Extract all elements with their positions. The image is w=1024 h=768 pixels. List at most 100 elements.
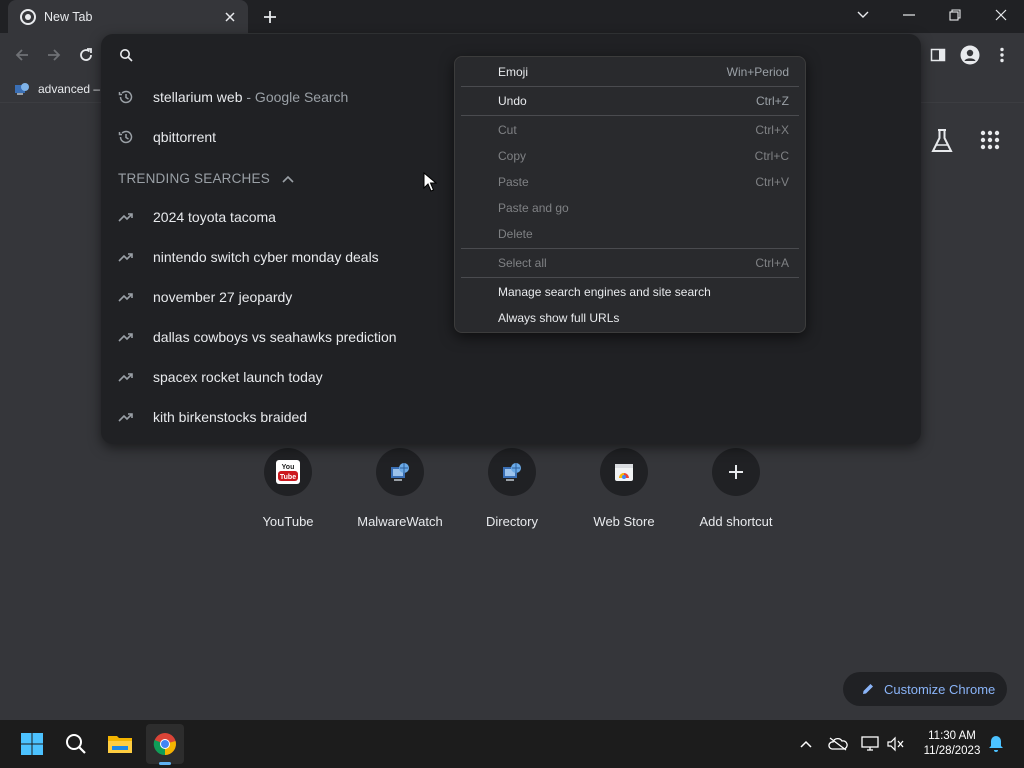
side-panel-icon[interactable] <box>926 43 950 67</box>
notification-bell-icon[interactable] <box>986 734 1006 754</box>
menu-item-label: Paste <box>498 175 529 189</box>
trending-icon <box>118 373 133 382</box>
back-icon[interactable] <box>10 43 34 67</box>
active-indicator <box>159 762 171 765</box>
suggestion-text: stellarium web <box>153 89 243 105</box>
shortcut-malwarewatch[interactable]: MalwareWatch <box>344 448 456 529</box>
bookmark-item[interactable]: advanced – <box>14 81 100 97</box>
menu-item-label: Delete <box>498 227 533 241</box>
system-clock[interactable]: 11:30 AM 11/28/2023 <box>912 729 992 759</box>
trending-icon <box>118 293 133 302</box>
menu-item-shortcut: Ctrl+X <box>755 123 789 137</box>
history-icon <box>118 130 133 144</box>
reload-icon[interactable] <box>74 43 98 67</box>
trending-suggestion[interactable]: spacex rocket launch today <box>101 357 601 397</box>
google-apps-icon[interactable] <box>980 130 1000 150</box>
suggestion-text: dallas cowboys vs seahawks prediction <box>153 329 397 345</box>
shortcut-label: MalwareWatch <box>357 514 443 529</box>
menu-item-label: Select all <box>498 256 547 270</box>
shortcut-directory[interactable]: Directory <box>456 448 568 529</box>
shortcut-youtube[interactable]: You Tube YouTube <box>232 448 344 529</box>
pencil-icon <box>863 684 873 694</box>
menu-item-select-all[interactable]: Select all Ctrl+A <box>455 250 805 276</box>
windows-start-icon[interactable] <box>16 728 48 760</box>
menu-separator <box>461 248 799 249</box>
minimize-icon[interactable] <box>886 0 932 30</box>
suggestion-text: 2024 toyota tacoma <box>153 209 276 225</box>
menu-item-label: Emoji <box>498 65 529 79</box>
forward-icon[interactable] <box>42 43 66 67</box>
menu-item-shortcut: Ctrl+Z <box>756 94 789 108</box>
suggestion-text: qbittorrent <box>153 129 217 145</box>
menu-item-emoji[interactable]: Emoji Win+Period <box>455 59 805 85</box>
new-tab-button[interactable] <box>260 7 280 27</box>
menu-item-undo[interactable]: Undo Ctrl+Z <box>455 88 805 114</box>
computer-globe-icon <box>488 448 536 496</box>
menu-item-paste[interactable]: Paste Ctrl+V <box>455 169 805 195</box>
chrome-icon <box>20 8 36 25</box>
menu-item-always-show-full-urls[interactable]: Always show full URLs <box>455 305 805 331</box>
customize-label: Customize Chrome <box>884 681 996 697</box>
suggestion-text: nintendo switch cyber monday deals <box>153 249 379 265</box>
menu-item-label: Cut <box>498 123 517 137</box>
trending-header-label: TRENDING SEARCHES <box>118 171 270 186</box>
svg-text:Tube: Tube <box>280 474 296 481</box>
onedrive-offline-icon[interactable] <box>828 734 848 754</box>
tab-title: New Tab <box>44 9 93 24</box>
shortcut-label: YouTube <box>262 514 314 529</box>
trending-icon <box>118 413 133 422</box>
svg-text:You: You <box>282 464 295 471</box>
labs-flask-icon[interactable] <box>930 128 954 154</box>
shortcut-label: Add shortcut <box>699 514 773 529</box>
clock-time: 11:30 AM <box>928 730 976 742</box>
menu-item-label: Manage search engines and site search <box>498 285 711 299</box>
suggestion-text: november 27 jeopardy <box>153 289 293 305</box>
menu-item-paste-and-go[interactable]: Paste and go <box>455 195 805 221</box>
menu-item-label: Always show full URLs <box>498 311 620 325</box>
chevron-up-icon[interactable] <box>796 734 816 754</box>
close-window-icon[interactable] <box>978 0 1024 30</box>
menu-icon[interactable] <box>990 43 1014 67</box>
tab-new-tab[interactable]: New Tab <box>8 0 248 33</box>
menu-item-manage-search-engines[interactable]: Manage search engines and site search <box>455 279 805 305</box>
shortcuts-grid: You Tube YouTube MalwareWatch Directory W… <box>232 448 792 529</box>
file-explorer-icon[interactable] <box>104 728 136 760</box>
chevron-up-icon[interactable] <box>282 175 294 183</box>
menu-item-label: Undo <box>498 94 527 108</box>
search-icon <box>120 49 133 62</box>
taskbar: 11:30 AM 11/28/2023 <box>0 720 1024 768</box>
network-icon[interactable] <box>860 734 880 754</box>
menu-item-shortcut: Ctrl+C <box>754 149 789 163</box>
clock-date: 11/28/2023 <box>923 745 981 757</box>
trending-suggestion[interactable]: kith birkenstocks braided <box>101 397 601 437</box>
trending-icon <box>118 213 133 222</box>
youtube-icon: You Tube <box>264 448 312 496</box>
chrome-taskbar-icon[interactable] <box>149 728 181 760</box>
menu-item-cut[interactable]: Cut Ctrl+X <box>455 117 805 143</box>
menu-item-shortcut: Ctrl+A <box>755 256 789 270</box>
search-icon[interactable] <box>60 728 92 760</box>
suggestion-text: spacex rocket launch today <box>153 369 323 385</box>
trending-header[interactable]: TRENDING SEARCHES <box>118 171 294 186</box>
menu-item-delete[interactable]: Delete <box>455 221 805 247</box>
profile-icon[interactable] <box>958 43 982 67</box>
plus-icon <box>712 448 760 496</box>
trending-icon <box>118 253 133 262</box>
shortcut-web-store[interactable]: Web Store <box>568 448 680 529</box>
shortcut-add[interactable]: Add shortcut <box>680 448 792 529</box>
customize-chrome-button[interactable]: Customize Chrome <box>843 672 1007 706</box>
web-store-icon <box>600 448 648 496</box>
menu-separator <box>461 86 799 87</box>
bookmark-label: advanced – <box>38 82 101 96</box>
tab-search-icon[interactable] <box>840 0 886 30</box>
menu-separator <box>461 277 799 278</box>
menu-item-label: Copy <box>498 149 527 163</box>
close-tab-icon[interactable] <box>222 9 238 25</box>
menu-item-copy[interactable]: Copy Ctrl+C <box>455 143 805 169</box>
restore-icon[interactable] <box>932 0 978 30</box>
suggestion-suffix: - Google Search <box>242 89 349 105</box>
menu-separator <box>461 115 799 116</box>
history-icon <box>118 90 133 104</box>
tab-strip: New Tab <box>0 0 1024 33</box>
volume-muted-icon[interactable] <box>886 734 906 754</box>
